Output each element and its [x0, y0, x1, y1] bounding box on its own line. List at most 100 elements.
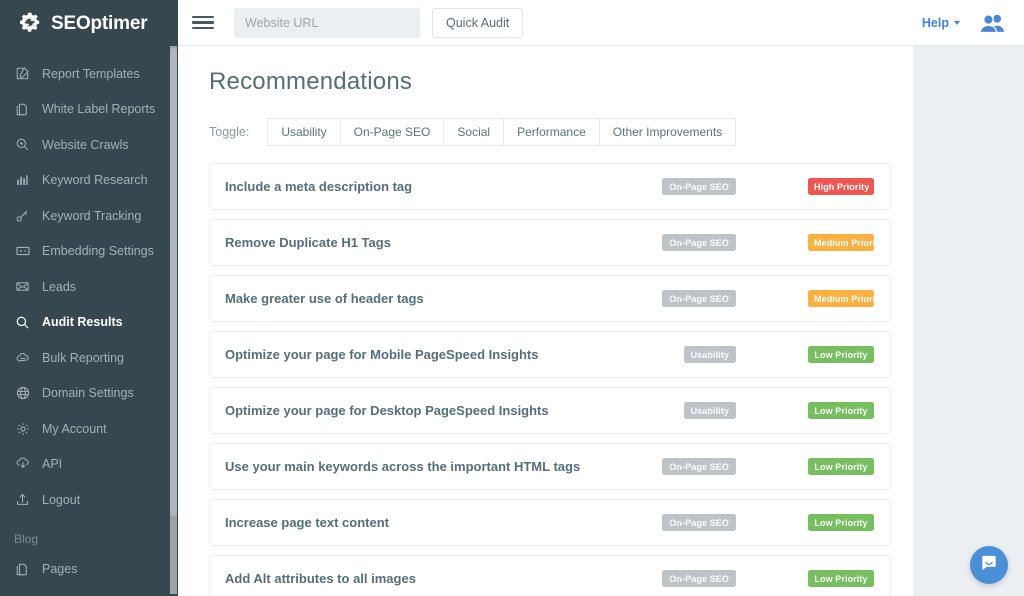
hamburger-icon[interactable] [192, 12, 214, 34]
sidebar-item-report-templates[interactable]: Report Templates [0, 56, 178, 92]
key-icon [14, 207, 31, 224]
topbar: Quick Audit Help [178, 0, 1024, 46]
toggle-group: Usability On-Page SEO Social Performance… [267, 118, 736, 146]
toggle-row: Toggle: Usability On-Page SEO Social Per… [178, 96, 913, 146]
status-badge: Low Priority [808, 570, 874, 587]
sidebar-item-label: Keyword Research [42, 173, 148, 187]
toggle-label: Toggle: [209, 125, 249, 139]
seoptimer-gear-logo-icon [16, 10, 44, 38]
sidebar-item-label: Audit Results [42, 315, 123, 329]
sidebar-item-logout[interactable]: Logout [0, 482, 178, 518]
table-row[interactable]: Make greater use of header tags On-Page … [209, 275, 891, 322]
cloud-download-icon [14, 456, 31, 473]
people-icon[interactable] [978, 12, 1006, 34]
status-badge: High Priority [808, 178, 874, 195]
category-badge: On-Page SEO [662, 458, 736, 475]
sidebar-item-keyword-tracking[interactable]: Keyword Tracking [0, 198, 178, 234]
globe-icon [14, 385, 31, 402]
recommendation-title: Use your main keywords across the import… [225, 459, 580, 474]
chevron-down-icon [954, 21, 960, 25]
recommendation-title: Increase page text content [225, 515, 389, 530]
sidebar-item-label: Pages [42, 562, 77, 576]
page-title: Recommendations [178, 46, 913, 96]
table-row[interactable]: Include a meta description tag On-Page S… [209, 163, 891, 210]
help-label: Help [922, 16, 949, 30]
sidebar: SEOptimer Report Templates White Label R… [0, 0, 178, 596]
table-row[interactable]: Increase page text content On-Page SEO L… [209, 499, 891, 546]
status-badge: Medium Priority [808, 234, 874, 251]
edit-document-icon [14, 65, 31, 82]
category-badge: On-Page SEO [662, 178, 736, 195]
table-row[interactable]: Optimize your page for Mobile PageSpeed … [209, 331, 891, 378]
category-badge: On-Page SEO [662, 234, 736, 251]
sidebar-item-label: Bulk Reporting [42, 351, 124, 365]
search-icon [14, 314, 31, 331]
help-menu[interactable]: Help [922, 16, 960, 30]
sidebar-item-website-crawls[interactable]: Website Crawls [0, 127, 178, 163]
category-badge: On-Page SEO [662, 570, 736, 587]
category-badge: On-Page SEO [662, 290, 736, 307]
category-badge: Usability [684, 402, 736, 419]
status-badge: Low Priority [808, 514, 874, 531]
toggle-other-improvements[interactable]: Other Improvements [600, 118, 736, 146]
table-row[interactable]: Optimize your page for Desktop PageSpeed… [209, 387, 891, 434]
status-badge: Medium Priority [808, 290, 874, 307]
sidebar-item-label: Logout [42, 493, 80, 507]
gear-icon [14, 420, 31, 437]
table-row[interactable]: Remove Duplicate H1 Tags On-Page SEO Med… [209, 219, 891, 266]
sidebar-section-blog: Blog [0, 518, 178, 552]
table-row[interactable]: Use your main keywords across the import… [209, 443, 891, 490]
search-plus-icon [14, 136, 31, 153]
status-badge: Low Priority [808, 402, 874, 419]
website-url-input[interactable] [234, 8, 420, 38]
category-badge: On-Page SEO [662, 514, 736, 531]
embed-box-icon [14, 243, 31, 260]
sidebar-item-audit-results[interactable]: Audit Results [0, 305, 178, 341]
bar-chart-icon [14, 172, 31, 189]
sidebar-item-bulk-reporting[interactable]: Bulk Reporting [0, 340, 178, 376]
recommendation-title: Make greater use of header tags [225, 291, 424, 306]
toggle-performance[interactable]: Performance [504, 118, 600, 146]
logout-upload-icon [14, 491, 31, 508]
content-panel: Recommendations Toggle: Usability On-Pag… [178, 46, 913, 596]
status-badge: Low Priority [808, 458, 874, 475]
sidebar-item-label: My Account [42, 422, 107, 436]
recommendation-title: Add Alt attributes to all images [225, 571, 416, 586]
chat-bubble-icon [979, 553, 999, 578]
sidebar-item-domain-settings[interactable]: Domain Settings [0, 376, 178, 412]
toggle-on-page-seo[interactable]: On-Page SEO [341, 118, 445, 146]
toggle-usability[interactable]: Usability [267, 118, 340, 146]
quick-audit-button[interactable]: Quick Audit [432, 8, 523, 38]
sidebar-item-label: Keyword Tracking [42, 209, 141, 223]
sidebar-nav: Report Templates White Label Reports Web… [0, 48, 178, 587]
recommendations-list: Include a meta description tag On-Page S… [178, 146, 913, 596]
recommendation-title: Remove Duplicate H1 Tags [225, 235, 391, 250]
sidebar-item-white-label-reports[interactable]: White Label Reports [0, 92, 178, 128]
sidebar-item-label: Domain Settings [42, 386, 134, 400]
sidebar-item-embedding-settings[interactable]: Embedding Settings [0, 234, 178, 270]
sidebar-item-leads[interactable]: Leads [0, 269, 178, 305]
sidebar-item-pages[interactable]: Pages [0, 552, 178, 588]
toggle-social[interactable]: Social [444, 118, 504, 146]
envelope-icon [14, 278, 31, 295]
table-row[interactable]: Add Alt attributes to all images On-Page… [209, 555, 891, 596]
brand-name: SEOptimer [51, 13, 147, 35]
chat-launcher-button[interactable] [970, 546, 1008, 584]
recommendation-title: Include a meta description tag [225, 179, 412, 194]
brand[interactable]: SEOptimer [0, 0, 178, 48]
main-area: Quick Audit Help Recommendations [178, 0, 1024, 596]
sidebar-scrollbar-thumb[interactable] [170, 48, 177, 516]
copy-pages-icon [14, 101, 31, 118]
recommendation-title: Optimize your page for Desktop PageSpeed… [225, 403, 549, 418]
sidebar-item-keyword-research[interactable]: Keyword Research [0, 163, 178, 199]
copy-pages-icon [14, 561, 31, 578]
sidebar-item-label: White Label Reports [42, 102, 155, 116]
topbar-right: Help [922, 12, 1006, 34]
recommendation-title: Optimize your page for Mobile PageSpeed … [225, 347, 539, 362]
sidebar-item-my-account[interactable]: My Account [0, 411, 178, 447]
status-badge: Low Priority [808, 346, 874, 363]
sidebar-item-label: Leads [42, 280, 76, 294]
sidebar-item-api[interactable]: API [0, 447, 178, 483]
cloud-icon [14, 349, 31, 366]
sidebar-item-label: API [42, 457, 62, 471]
